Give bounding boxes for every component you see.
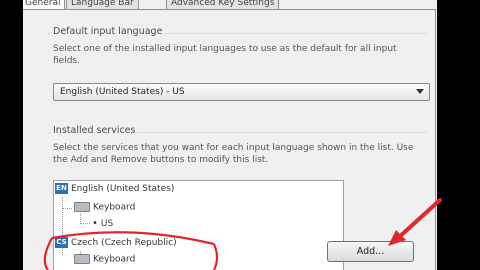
add-button[interactable]: Add... bbox=[327, 241, 414, 262]
installed-services-description: Select the services that you want for ea… bbox=[53, 143, 414, 165]
installed-services-group-title: Installed services bbox=[51, 125, 138, 136]
tab-advanced-key-settings[interactable]: Advanced Key Settings bbox=[166, 0, 280, 9]
chevron-down-icon bbox=[416, 89, 424, 94]
tree-node-czech[interactable]: CS Czech (Czech Republic) bbox=[55, 237, 177, 248]
default-language-description: Select one of the installed input langua… bbox=[53, 44, 397, 66]
keyboard-icon bbox=[74, 254, 90, 264]
services-tree[interactable]: EN English (United States) Keyboard • US C… bbox=[53, 180, 344, 270]
default-language-group-title: Default input language bbox=[51, 26, 165, 37]
tree-connector bbox=[62, 208, 72, 209]
layout-label: US bbox=[100, 219, 114, 229]
category-label: Keyboard bbox=[93, 254, 136, 265]
tree-node-keyboard[interactable]: Keyboard bbox=[74, 202, 135, 213]
language-name: Czech (Czech Republic) bbox=[71, 238, 177, 248]
default-language-value: English (United States) - US bbox=[60, 87, 185, 97]
tab-language-bar[interactable]: Language Bar bbox=[66, 0, 139, 9]
category-label: Keyboard bbox=[93, 202, 136, 213]
language-badge-icon: EN bbox=[55, 183, 68, 194]
tree-connector bbox=[80, 223, 90, 224]
text-services-dialog: General Language Bar Advanced Key Settin… bbox=[23, 0, 437, 270]
tab-general[interactable]: General bbox=[23, 0, 66, 9]
keyboard-icon bbox=[74, 202, 90, 212]
tree-bullet: • bbox=[92, 218, 98, 229]
general-tab-panel: Default input language Select one of the… bbox=[23, 9, 436, 270]
language-badge-icon: CS bbox=[55, 237, 68, 248]
tree-node-keyboard[interactable]: Keyboard bbox=[74, 254, 135, 265]
language-name: English (United States) bbox=[71, 184, 175, 194]
tree-node-layout[interactable]: • US bbox=[92, 218, 113, 229]
tree-node-english[interactable]: EN English (United States) bbox=[55, 183, 174, 194]
default-language-select[interactable]: English (United States) - US bbox=[53, 83, 430, 101]
